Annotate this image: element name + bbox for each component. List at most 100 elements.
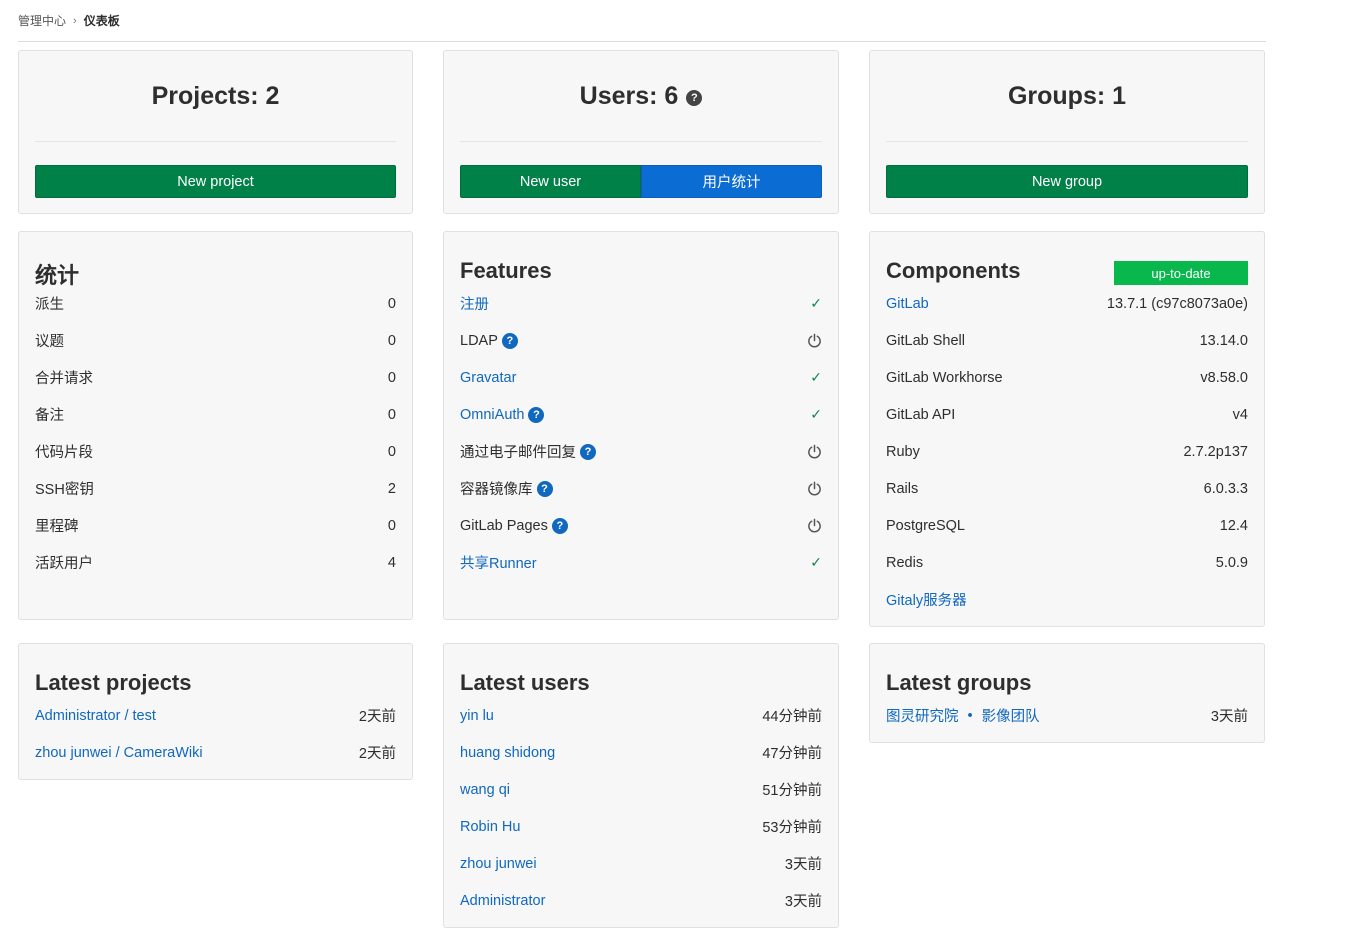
- feature-label-gitlab-pages: GitLab Pages: [460, 517, 548, 534]
- project-link[interactable]: zhou junwei / CameraWiki: [35, 745, 203, 761]
- users-card: Users: 6 ? New user 用户统计: [443, 50, 839, 214]
- statistics-card: 统计 派生 0 议题 0 合并请求 0 备注 0 代码片段 0 SSH密钥 2 里程碑 0 活…: [18, 231, 413, 620]
- feature-link-gravatar[interactable]: Gravatar: [460, 370, 516, 386]
- check-icon: ✓: [810, 369, 822, 385]
- latest-projects-title: Latest projects: [35, 670, 192, 695]
- breadcrumb-dashboard[interactable]: 仪表板: [84, 12, 120, 29]
- component-row: GitLab Workhorse v8.58.0: [886, 360, 1248, 397]
- users-count-title: Users: 6 ?: [460, 51, 822, 142]
- check-icon: ✓: [810, 406, 822, 422]
- breadcrumb-admin-area[interactable]: 管理中心: [18, 12, 66, 29]
- list-item: zhou junwei / CameraWiki 2天前: [35, 735, 396, 772]
- features-title: Features: [460, 258, 552, 283]
- user-time: 3天前: [784, 857, 822, 873]
- stat-value: 0: [387, 517, 396, 534]
- component-link-gitlab[interactable]: GitLab: [886, 296, 929, 312]
- user-statistics-button[interactable]: 用户统计: [641, 165, 822, 198]
- project-time: 2天前: [358, 746, 396, 762]
- user-link[interactable]: zhou junwei: [460, 856, 537, 872]
- statistics-row: 备注 0: [35, 397, 396, 434]
- statistics-row: 派生 0: [35, 286, 396, 323]
- component-row: GitLab Shell 13.14.0: [886, 323, 1248, 360]
- projects-count-title: Projects: 2: [35, 51, 396, 142]
- statistics-row: 活跃用户 4: [35, 545, 396, 582]
- user-link[interactable]: huang shidong: [460, 745, 555, 761]
- feature-row: 通过电子邮件回复?: [460, 434, 822, 471]
- question-icon[interactable]: ?: [686, 90, 703, 106]
- features-card: Features 注册 ✓ LDAP? Gravatar ✓ OmniAuth?…: [443, 231, 839, 620]
- component-row: Redis 5.0.9: [886, 545, 1248, 582]
- feature-row: OmniAuth? ✓: [460, 397, 822, 434]
- user-link[interactable]: wang qi: [460, 782, 510, 798]
- component-version: v8.58.0: [1200, 369, 1248, 386]
- feature-label-ldap: LDAP: [460, 332, 498, 349]
- list-item: Administrator 3天前: [460, 883, 822, 920]
- user-time: 44分钟前: [762, 709, 822, 725]
- stat-value: 0: [387, 369, 396, 386]
- component-version: 13.14.0: [1199, 332, 1248, 349]
- statistics-row: SSH密钥 2: [35, 471, 396, 508]
- feature-link-sign-up[interactable]: 注册: [460, 293, 489, 314]
- power-icon: [808, 481, 821, 496]
- list-item: Robin Hu 53分钟前: [460, 809, 822, 846]
- chevron-right-icon: ›: [73, 14, 77, 27]
- new-project-button[interactable]: New project: [35, 165, 396, 198]
- component-version: 5.0.9: [1215, 554, 1248, 571]
- user-time: 3天前: [784, 894, 822, 910]
- project-time: 2天前: [358, 709, 396, 725]
- statistics-row: 议题 0: [35, 323, 396, 360]
- power-icon: [808, 518, 821, 533]
- breadcrumb: 管理中心 › 仪表板: [18, 0, 1266, 42]
- user-time: 47分钟前: [762, 746, 822, 762]
- up-to-date-badge[interactable]: up-to-date: [1114, 261, 1248, 285]
- feature-label-container-registry: 容器镜像库: [460, 482, 533, 498]
- projects-card: Projects: 2 New project: [18, 50, 413, 214]
- stat-label: 代码片段: [35, 445, 93, 461]
- user-link[interactable]: Robin Hu: [460, 819, 520, 835]
- stat-label: 合并请求: [35, 371, 93, 387]
- stat-label: 备注: [35, 408, 64, 424]
- component-label: GitLab Workhorse: [886, 369, 1003, 386]
- project-link[interactable]: Administrator / test: [35, 708, 156, 724]
- feature-link-omniauth[interactable]: OmniAuth: [460, 407, 524, 423]
- new-group-button[interactable]: New group: [886, 165, 1248, 198]
- components-card: Components up-to-date GitLab 13.7.1 (c97c…: [869, 231, 1265, 627]
- power-icon: [808, 333, 821, 348]
- component-version: 2.7.2p137: [1183, 443, 1248, 460]
- question-icon[interactable]: ?: [501, 332, 518, 349]
- component-label: Rails: [886, 480, 919, 497]
- stat-value: 2: [387, 480, 396, 497]
- question-icon[interactable]: ?: [528, 406, 545, 423]
- group-time: 3天前: [1210, 709, 1248, 725]
- new-user-button[interactable]: New user: [460, 165, 641, 198]
- question-icon[interactable]: ?: [551, 517, 568, 534]
- latest-projects-card: Latest projects Administrator / test 2天前 …: [18, 643, 413, 780]
- stat-value: 4: [387, 554, 396, 571]
- list-item: zhou junwei 3天前: [460, 846, 822, 883]
- list-item: huang shidong 47分钟前: [460, 735, 822, 772]
- groups-card: Groups: 1 New group: [869, 50, 1265, 214]
- latest-groups-card: Latest groups 图灵研究院 • 影像团队 3天前: [869, 643, 1265, 743]
- component-link-gitaly-servers[interactable]: Gitaly服务器: [886, 589, 967, 610]
- latest-users-title: Latest users: [460, 670, 590, 695]
- component-label: Redis: [886, 554, 924, 571]
- question-icon[interactable]: ?: [580, 443, 596, 460]
- feature-row: LDAP?: [460, 323, 822, 360]
- feature-link-shared-runners[interactable]: 共享Runner: [460, 552, 537, 573]
- component-label: Ruby: [886, 443, 920, 460]
- stat-value: 0: [387, 332, 396, 349]
- group-link[interactable]: 影像团队: [982, 705, 1040, 726]
- latest-users-card: Latest users yin lu 44分钟前 huang shidong 47…: [443, 643, 839, 928]
- user-link[interactable]: yin lu: [460, 708, 494, 724]
- stat-value: 0: [387, 443, 396, 460]
- user-link[interactable]: Administrator: [460, 893, 545, 909]
- list-item: Administrator / test 2天前: [35, 698, 396, 735]
- group-parent-link[interactable]: 图灵研究院: [886, 705, 959, 726]
- component-row: GitLab 13.7.1 (c97c8073a0e): [886, 286, 1248, 323]
- list-item: wang qi 51分钟前: [460, 772, 822, 809]
- user-time: 53分钟前: [762, 820, 822, 836]
- question-icon[interactable]: ?: [536, 480, 553, 497]
- component-version: 12.4: [1219, 517, 1248, 534]
- feature-row: 容器镜像库?: [460, 471, 822, 508]
- statistics-row: 里程碑 0: [35, 508, 396, 545]
